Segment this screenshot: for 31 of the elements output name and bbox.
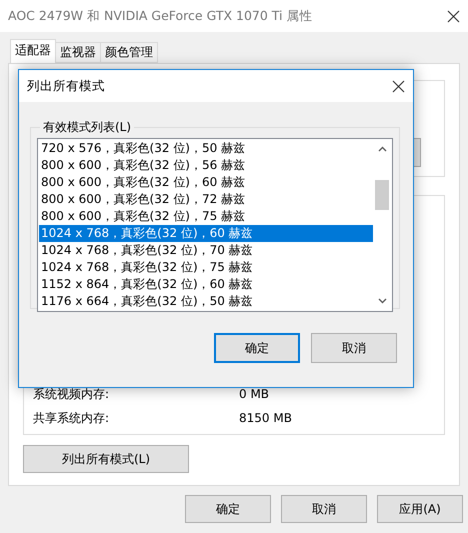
group-label: 有效模式列表(L): [42, 119, 132, 136]
scroll-up-icon[interactable]: [378, 146, 386, 152]
mode-item[interactable]: 800 x 600，真彩色(32 位)，72 赫兹: [39, 191, 373, 208]
dialog-button[interactable]: 确定: [185, 495, 271, 523]
scroll-down-icon[interactable]: [378, 298, 386, 304]
tab[interactable]: 适配器: [10, 39, 56, 63]
mode-item[interactable]: 1152 x 864，真彩色(32 位)，60 赫兹: [39, 276, 373, 293]
dialog-title: 列出所有模式: [27, 78, 105, 94]
memory-value: 0 MB: [239, 387, 270, 401]
memory-label: 系统视频内存:: [33, 386, 110, 402]
close-icon[interactable]: [447, 10, 460, 22]
scroll-thumb[interactable]: [375, 180, 389, 210]
mode-item[interactable]: 1024 x 768，真彩色(32 位)，75 赫兹: [39, 259, 373, 276]
mode-item[interactable]: 800 x 600，真彩色(32 位)，75 赫兹: [39, 208, 373, 225]
dialog-button[interactable]: 取消: [281, 495, 367, 523]
window-title: AOC 2479W 和 NVIDIA GeForce GTX 1070 Ti 属性: [8, 8, 312, 24]
tab[interactable]: 颜色管理: [100, 42, 158, 63]
mode-item[interactable]: 1176 x 664，真彩色(32 位)，50 赫兹: [39, 293, 373, 310]
memory-label: 共享系统内存:: [33, 410, 110, 426]
mode-item[interactable]: 1024 x 768，真彩色(32 位)，70 赫兹: [39, 242, 373, 259]
dialog-button[interactable]: 确定: [214, 333, 300, 363]
mode-item[interactable]: 720 x 576，真彩色(32 位)，50 赫兹: [39, 140, 373, 157]
close-icon[interactable]: [392, 80, 405, 92]
mode-item[interactable]: 800 x 600，真彩色(32 位)，60 赫兹: [39, 174, 373, 191]
dialog-button[interactable]: 取消: [311, 333, 397, 363]
mode-item[interactable]: 1024 x 768，真彩色(32 位)，60 赫兹: [39, 225, 373, 242]
tab[interactable]: 监视器: [55, 42, 101, 63]
memory-value: 8150 MB: [239, 411, 292, 425]
dialog-button[interactable]: 应用(A): [377, 495, 463, 523]
list-all-modes-button[interactable]: 列出所有模式(L): [23, 445, 189, 473]
mode-item[interactable]: 800 x 600，真彩色(32 位)，56 赫兹: [39, 157, 373, 174]
